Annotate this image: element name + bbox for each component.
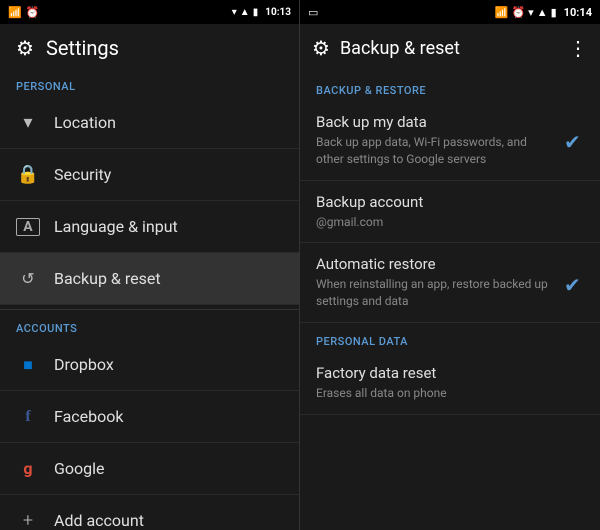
google-icon: g (16, 459, 40, 478)
security-label: Security (54, 165, 111, 184)
bluetooth-icon: 📶 (8, 6, 22, 19)
backup-account-subtitle: @gmail.com (316, 214, 584, 231)
factory-reset-text: Factory data reset Erases all data on ph… (316, 364, 584, 402)
back-up-data-row[interactable]: Back up my data Back up app data, Wi-Fi … (300, 101, 600, 181)
left-app-header: ⚙ Settings (0, 24, 299, 72)
back-up-data-subtitle: Back up app data, Wi-Fi passwords, and o… (316, 134, 556, 168)
automatic-restore-checkbox[interactable]: ✔ (564, 273, 584, 293)
backup-account-text: Backup account @gmail.com (316, 193, 584, 231)
more-options-icon[interactable]: ⋮ (568, 36, 588, 60)
left-status-left: 📶 ⏰ (8, 6, 232, 19)
right-gear-icon: ⚙ (312, 36, 330, 60)
factory-reset-title: Factory data reset (316, 364, 584, 382)
divider-accounts (0, 309, 299, 310)
left-status-icons: ▾ ▲ ▮ 10:13 (232, 7, 291, 18)
section-personal-data: PERSONAL DATA (300, 323, 600, 352)
sidebar-item-facebook[interactable]: f Facebook (0, 391, 299, 443)
facebook-label: Facebook (54, 407, 123, 426)
automatic-restore-check-icon: ✔ (564, 273, 581, 297)
section-label-accounts: ACCOUNTS (0, 314, 299, 339)
sidebar-item-location[interactable]: ▾ Location (0, 97, 299, 149)
location-label: Location (54, 113, 116, 132)
left-status-bar: 📶 ⏰ ▾ ▲ ▮ 10:13 (0, 0, 299, 24)
automatic-restore-subtitle: When reinstalling an app, restore backed… (316, 276, 556, 310)
location-icon: ▾ (16, 112, 40, 133)
google-label: Google (54, 459, 105, 478)
back-up-data-text: Back up my data Back up app data, Wi-Fi … (316, 113, 556, 168)
automatic-restore-title: Automatic restore (316, 255, 556, 273)
automatic-restore-row[interactable]: Automatic restore When reinstalling an a… (300, 243, 600, 323)
add-account-label: Add account (54, 511, 144, 530)
right-time: 10:14 (564, 6, 592, 19)
facebook-icon: f (16, 408, 40, 426)
right-header: ⚙ Backup & reset ⋮ (300, 24, 600, 72)
automatic-restore-text: Automatic restore When reinstalling an a… (316, 255, 556, 310)
add-account-icon: + (16, 510, 40, 530)
right-panel: ▭ 📶 ⏰ ▾ ▲ ▮ 10:14 ⚙ Backup & reset ⋮ BAC… (300, 0, 600, 530)
dropbox-label: Dropbox (54, 355, 114, 374)
battery-icon: ▮ (253, 7, 259, 18)
settings-list: PERSONAL ▾ Location 🔒 Security A Languag… (0, 72, 299, 530)
right-signal-icon: ▲ (537, 6, 548, 19)
signal-icon: ▲ (240, 7, 250, 18)
left-app-title: Settings (46, 36, 119, 60)
right-header-title: Backup & reset (340, 38, 558, 59)
language-label: Language & input (54, 217, 178, 236)
lock-icon: 🔒 (16, 164, 40, 185)
right-status-bar: ▭ 📶 ⏰ ▾ ▲ ▮ 10:14 (300, 0, 600, 24)
backup-account-row[interactable]: Backup account @gmail.com (300, 181, 600, 244)
back-up-data-check-icon: ✔ (564, 130, 581, 154)
right-content: BACKUP & RESTORE Back up my data Back up… (300, 72, 600, 530)
section-backup-restore: BACKUP & RESTORE (300, 72, 600, 101)
back-up-data-title: Back up my data (316, 113, 556, 131)
back-up-data-checkbox[interactable]: ✔ (564, 130, 584, 150)
sidebar-item-add-account[interactable]: + Add account (0, 495, 299, 530)
right-battery-icon: ▮ (551, 6, 557, 19)
right-alarm-icon: ⏰ (511, 6, 525, 19)
left-panel: 📶 ⏰ ▾ ▲ ▮ 10:13 ⚙ Settings PERSONAL ▾ Lo… (0, 0, 300, 530)
language-icon: A (16, 218, 40, 236)
section-label-personal: PERSONAL (0, 72, 299, 97)
right-wifi-icon: ▾ (528, 6, 534, 19)
right-status-icons: 📶 ⏰ ▾ ▲ ▮ 10:14 (495, 6, 592, 19)
dropbox-icon: ■ (16, 355, 40, 375)
factory-reset-row[interactable]: Factory data reset Erases all data on ph… (300, 352, 600, 415)
right-notification-icon: ▭ (308, 6, 318, 19)
right-bluetooth-icon: 📶 (495, 6, 509, 19)
backup-icon: ↺ (16, 269, 40, 288)
sidebar-item-security[interactable]: 🔒 Security (0, 149, 299, 201)
sidebar-item-google[interactable]: g Google (0, 443, 299, 495)
right-status-left: ▭ (308, 6, 495, 19)
sidebar-item-dropbox[interactable]: ■ Dropbox (0, 339, 299, 391)
alarm-icon: ⏰ (26, 6, 40, 19)
wifi-icon: ▾ (232, 7, 237, 18)
backup-account-title: Backup account (316, 193, 584, 211)
settings-gear-icon: ⚙ (16, 36, 34, 60)
factory-reset-subtitle: Erases all data on phone (316, 385, 584, 402)
left-time: 10:13 (265, 7, 291, 18)
backup-label: Backup & reset (54, 269, 161, 288)
sidebar-item-language[interactable]: A Language & input (0, 201, 299, 253)
sidebar-item-backup[interactable]: ↺ Backup & reset (0, 253, 299, 305)
